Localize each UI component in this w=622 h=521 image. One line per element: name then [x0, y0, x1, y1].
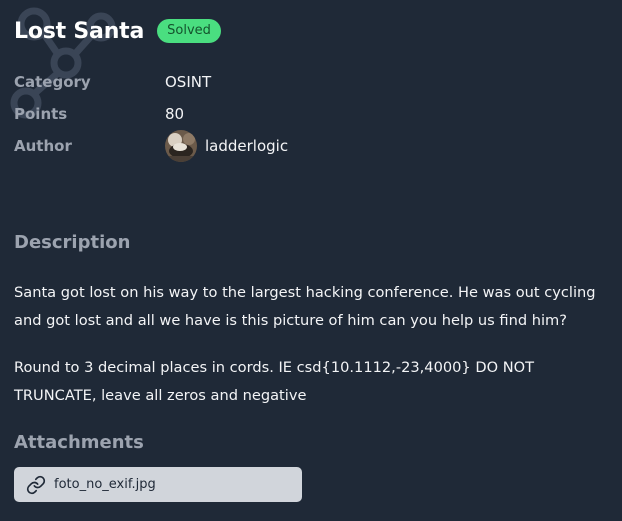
category-value: OSINT — [165, 73, 212, 91]
category-row: Category OSINT — [14, 66, 288, 98]
category-label: Category — [14, 73, 91, 91]
author-info[interactable]: ladderlogic — [165, 130, 288, 162]
challenge-title: Lost Santa — [14, 18, 145, 44]
description-paragraph-2: Round to 3 decimal places in cords. IE c… — [14, 359, 535, 404]
challenge-meta: Category OSINT Points 80 Author ladderlo… — [14, 66, 288, 162]
points-value: 80 — [165, 105, 185, 123]
attachment-filename: foto_no_exif.jpg — [54, 477, 156, 492]
author-name[interactable]: ladderlogic — [205, 137, 288, 155]
description-heading: Description — [14, 232, 131, 253]
solved-badge: Solved — [157, 19, 221, 43]
link-icon — [26, 475, 46, 495]
attachments-heading: Attachments — [14, 432, 144, 453]
points-row: Points 80 — [14, 98, 288, 130]
author-label: Author — [14, 137, 72, 155]
attachment-button[interactable]: foto_no_exif.jpg — [14, 467, 302, 502]
description-paragraph-1: Santa got lost on his way to the largest… — [14, 284, 596, 329]
challenge-header: Lost Santa Solved — [14, 14, 221, 48]
points-label: Points — [14, 105, 68, 123]
author-avatar[interactable] — [165, 130, 197, 162]
author-row: Author ladderlogic — [14, 130, 288, 162]
